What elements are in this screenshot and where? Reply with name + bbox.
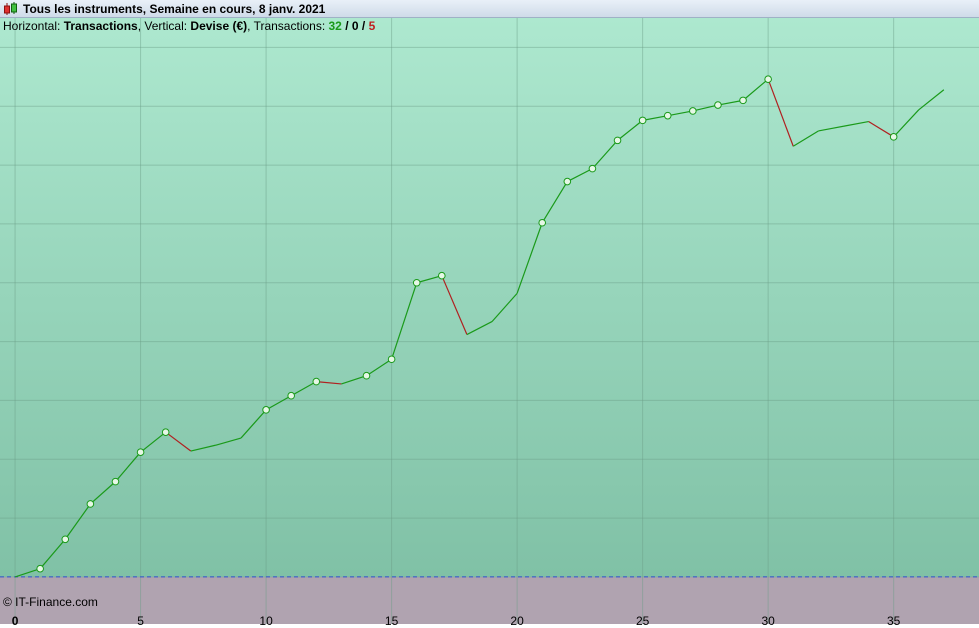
x-tick-label: 20: [510, 614, 524, 628]
equity-point: [61, 535, 70, 544]
window-titlebar: Tous les instruments, Semaine en cours, …: [0, 0, 979, 18]
negative-zone: [0, 576, 979, 624]
horizontal-value: Transactions: [63, 19, 138, 33]
equity-point: [412, 278, 421, 287]
x-tick-label: 35: [886, 614, 901, 628]
x-tick-label: 5: [137, 614, 144, 628]
winning-count: 32: [328, 19, 342, 33]
equity-point: [312, 377, 321, 386]
vertical-label: , Vertical:: [137, 19, 191, 33]
equity-point: [739, 96, 747, 105]
x-tick-label: 0: [11, 614, 19, 628]
horizontal-label: Horizontal:: [3, 19, 64, 33]
equity-point: [764, 75, 772, 83]
vertical-value: Devise (€): [190, 19, 248, 33]
equity-point: [161, 428, 170, 436]
equity-point: [387, 355, 396, 364]
losing-count: 5: [368, 19, 376, 33]
equity-point: [563, 177, 572, 186]
x-tick-label: 30: [761, 614, 775, 628]
equity-point: [663, 111, 672, 120]
equity-point: [538, 218, 547, 227]
equity-point: [638, 116, 647, 125]
equity-point: [438, 271, 446, 280]
equity-point: [613, 136, 622, 145]
equity-point: [588, 164, 597, 173]
equity-point: [262, 406, 270, 414]
equity-point: [689, 107, 697, 115]
equity-point: [714, 101, 722, 109]
chart-info-line: Horizontal: Transactions, Vertical: Devi…: [3, 19, 375, 33]
plot-background: [0, 18, 979, 577]
equity-point: [136, 448, 145, 457]
equity-point: [287, 391, 295, 400]
chart-area[interactable]: [0, 18, 979, 624]
x-tick-label: 15: [384, 614, 399, 628]
equity-chart[interactable]: [0, 18, 979, 624]
equity-point: [111, 477, 120, 486]
equity-point: [36, 564, 44, 573]
x-tick-label: 10: [259, 614, 273, 628]
count-separator: /: [358, 19, 369, 33]
chart-candles-icon: [4, 2, 17, 15]
neutral-count: 0: [351, 19, 359, 33]
equity-point: [889, 133, 898, 141]
count-separator: /: [341, 19, 352, 33]
transactions-label: , Transactions:: [247, 19, 329, 33]
x-tick-label: 25: [635, 614, 650, 628]
equity-point: [86, 500, 95, 508]
copyright-text: © IT-Finance.com: [3, 595, 98, 609]
equity-point: [362, 371, 371, 380]
window-title: Tous les instruments, Semaine en cours, …: [23, 2, 326, 16]
